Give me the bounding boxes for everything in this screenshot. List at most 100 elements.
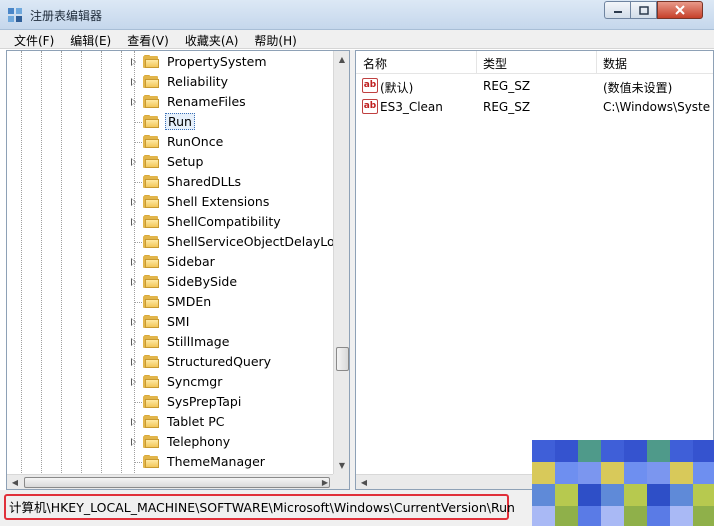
column-name[interactable]: 名称 bbox=[363, 55, 387, 72]
tree-item[interactable]: SideBySide bbox=[7, 272, 333, 292]
tree-item[interactable]: StructuredQuery bbox=[7, 352, 333, 372]
mosaic-tile bbox=[532, 484, 555, 506]
tree-item-label: StillImage bbox=[167, 334, 230, 349]
minimize-icon bbox=[613, 11, 622, 13]
tree-item[interactable]: StillImage bbox=[7, 332, 333, 352]
menu-favorites[interactable]: 收藏夹(A) bbox=[175, 30, 245, 49]
column-separator[interactable] bbox=[476, 51, 477, 73]
tree-item[interactable]: RenameFiles bbox=[7, 92, 333, 112]
scroll-right-button[interactable]: ▶ bbox=[317, 474, 333, 489]
tree-item[interactable]: Run bbox=[7, 112, 333, 132]
tree-item-label: Shell Extensions bbox=[167, 194, 270, 209]
tree-item[interactable]: Sidebar bbox=[7, 252, 333, 272]
mosaic-tile bbox=[555, 462, 578, 484]
tree-item[interactable]: PropertySystem bbox=[7, 52, 333, 72]
folder-icon bbox=[143, 295, 160, 308]
mosaic-tile bbox=[578, 484, 601, 506]
expand-arrow-icon[interactable] bbox=[131, 438, 136, 446]
expand-arrow-icon[interactable] bbox=[131, 158, 136, 166]
tree-item[interactable]: SMDEn bbox=[7, 292, 333, 312]
expand-arrow-icon[interactable] bbox=[131, 98, 136, 106]
expand-arrow-icon[interactable] bbox=[131, 58, 136, 66]
column-data[interactable]: 数据 bbox=[603, 55, 627, 72]
expand-arrow-icon[interactable] bbox=[131, 378, 136, 386]
value-row[interactable]: ab (默认) REG_SZ (数值未设置) bbox=[356, 76, 713, 97]
tree-item[interactable]: SysPrepTapi bbox=[7, 392, 333, 412]
registry-path: 计算机\HKEY_LOCAL_MACHINE\SOFTWARE\Microsof… bbox=[9, 500, 515, 515]
folder-icon bbox=[143, 215, 160, 228]
menu-file[interactable]: 文件(F) bbox=[4, 30, 60, 49]
tree-item[interactable]: ShellServiceObjectDelayLoad bbox=[7, 232, 349, 252]
expand-arrow-icon[interactable] bbox=[131, 338, 136, 346]
tree-item[interactable]: RunOnce bbox=[7, 132, 333, 152]
scroll-down-button[interactable]: ▼ bbox=[334, 457, 349, 474]
menu-view[interactable]: 查看(V) bbox=[117, 30, 175, 49]
scroll-left-button[interactable]: ◀ bbox=[356, 474, 372, 489]
tree-item[interactable]: Reliability bbox=[7, 72, 333, 92]
scroll-up-button[interactable]: ▲ bbox=[334, 51, 349, 68]
menu-help[interactable]: 帮助(H) bbox=[244, 30, 302, 49]
value-type: REG_SZ bbox=[483, 100, 531, 114]
expand-arrow-icon[interactable] bbox=[131, 218, 136, 226]
mosaic-tile bbox=[670, 506, 693, 526]
tree-item-label: Reliability bbox=[167, 74, 229, 89]
mosaic-tile bbox=[601, 506, 624, 526]
window-title: 注册表编辑器 bbox=[30, 9, 103, 23]
mosaic-tile bbox=[647, 484, 670, 506]
mosaic-tile bbox=[601, 484, 624, 506]
tree-horizontal-scrollbar[interactable]: ◀ ▶ bbox=[7, 474, 333, 489]
tree-item[interactable]: Setup bbox=[7, 152, 333, 172]
folder-icon bbox=[143, 135, 160, 148]
tree-item-label: RunOnce bbox=[167, 134, 224, 149]
string-value-icon: ab bbox=[362, 99, 378, 114]
expand-arrow-icon[interactable] bbox=[131, 78, 136, 86]
mosaic-tile bbox=[670, 462, 693, 484]
registry-values-pane[interactable]: 名称 类型 数据 ab (默认) REG_SZ (数值未设置) ab ES3_C… bbox=[355, 50, 714, 490]
expand-arrow-icon[interactable] bbox=[131, 358, 136, 366]
tree-item[interactable]: Telephony bbox=[7, 432, 333, 452]
expand-arrow-icon[interactable] bbox=[131, 278, 136, 286]
expand-arrow-icon[interactable] bbox=[131, 258, 136, 266]
tree-vertical-scrollbar[interactable]: ▲ ▼ bbox=[333, 51, 349, 474]
registry-tree-pane[interactable]: PropertySystem Reliability RenameFiles Run R… bbox=[6, 50, 350, 490]
menu-edit[interactable]: 编辑(E) bbox=[60, 30, 117, 49]
tree-item[interactable]: ShellCompatibility bbox=[7, 212, 333, 232]
folder-icon bbox=[143, 415, 160, 428]
expand-arrow-icon[interactable] bbox=[131, 418, 136, 426]
minimize-button[interactable] bbox=[604, 1, 630, 19]
value-type: REG_SZ bbox=[483, 79, 531, 93]
mosaic-tile bbox=[578, 440, 601, 462]
tree-item[interactable]: SMI bbox=[7, 312, 333, 332]
expand-arrow-icon[interactable] bbox=[131, 198, 136, 206]
tree-item-label: Setup bbox=[167, 154, 204, 169]
column-type[interactable]: 类型 bbox=[483, 55, 507, 72]
folder-icon bbox=[143, 195, 160, 208]
tree-item-label: SharedDLLs bbox=[167, 174, 242, 189]
tree-item-label: SideBySide bbox=[167, 274, 238, 289]
folder-icon bbox=[143, 155, 160, 168]
scroll-thumb[interactable] bbox=[336, 347, 349, 371]
folder-icon bbox=[143, 335, 160, 348]
scrollbar-corner bbox=[333, 474, 349, 489]
tree-item-label: ShellCompatibility bbox=[167, 214, 281, 229]
title-bar[interactable]: 注册表编辑器 bbox=[0, 0, 714, 30]
scroll-left-button[interactable]: ◀ bbox=[7, 474, 23, 489]
maximize-button[interactable] bbox=[630, 1, 657, 19]
mosaic-tile bbox=[670, 484, 693, 506]
scroll-thumb[interactable] bbox=[24, 477, 330, 488]
close-button[interactable] bbox=[657, 1, 703, 19]
tree-item[interactable]: Syncmgr bbox=[7, 372, 333, 392]
tree-item-label: SysPrepTapi bbox=[167, 394, 242, 409]
folder-icon bbox=[143, 95, 160, 108]
tree-item[interactable]: Shell Extensions bbox=[7, 192, 333, 212]
tree-item[interactable]: SharedDLLs bbox=[7, 172, 333, 192]
folder-icon bbox=[143, 395, 160, 408]
column-separator[interactable] bbox=[596, 51, 597, 73]
value-name: ES3_Clean bbox=[380, 100, 443, 114]
tree-item[interactable]: Tablet PC bbox=[7, 412, 333, 432]
expand-arrow-icon[interactable] bbox=[131, 318, 136, 326]
value-row[interactable]: ab ES3_Clean REG_SZ C:\Windows\Syste bbox=[356, 97, 713, 118]
folder-icon bbox=[143, 255, 160, 268]
tree-item[interactable]: ThemeManager bbox=[7, 452, 333, 472]
mosaic-tile bbox=[532, 440, 555, 462]
